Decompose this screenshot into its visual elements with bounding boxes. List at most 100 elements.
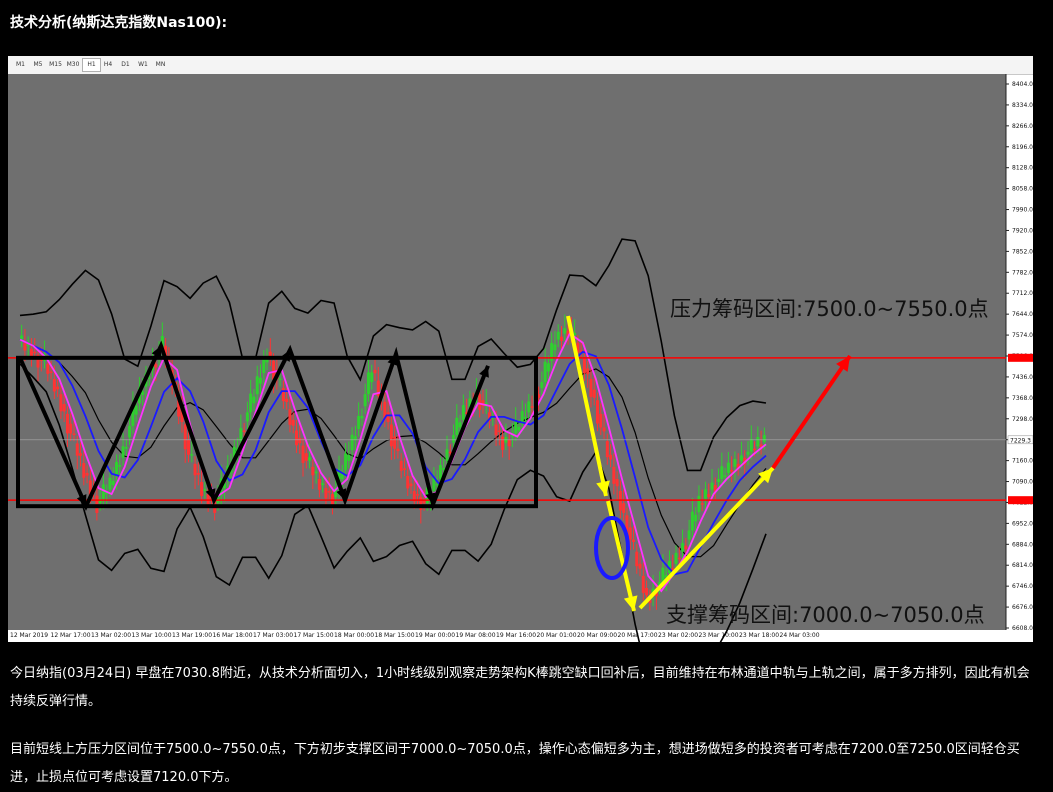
candle-down — [507, 439, 511, 447]
candle-down — [609, 454, 613, 460]
x-tick-label: 12 Mar 2019 — [10, 632, 48, 639]
candle-up — [314, 471, 318, 474]
y-tick-label: 7160.0 — [1012, 458, 1033, 465]
y-tick-label: 7712.0 — [1012, 290, 1033, 297]
candle-down — [730, 469, 734, 472]
candle-up — [556, 331, 560, 340]
x-tick-label: 16 Mar 18:00 — [213, 632, 253, 639]
candle-down — [59, 394, 63, 412]
candle-up — [98, 498, 102, 504]
candle-down — [294, 430, 298, 446]
candle-up — [524, 417, 528, 419]
candle-down — [494, 424, 498, 436]
y-tick-label: 6814.0 — [1012, 562, 1033, 569]
y-tick-label: 8058.0 — [1012, 186, 1033, 193]
candle-up — [360, 415, 364, 419]
candle-down — [409, 483, 413, 487]
candle-down — [242, 430, 246, 433]
candle-down — [389, 424, 393, 447]
y-tick-label: 6746.0 — [1012, 583, 1033, 590]
x-tick-label: 19 Mar 16:00 — [496, 632, 536, 639]
candle-down — [291, 419, 295, 426]
candle-down — [753, 448, 757, 451]
x-tick-label: 20 Mar 09:00 — [577, 632, 617, 639]
candle-up — [121, 446, 125, 458]
candle-down — [645, 588, 649, 596]
candle-down — [402, 468, 406, 470]
candle-down — [612, 466, 616, 484]
candle-down — [281, 388, 285, 402]
candle-up — [350, 434, 354, 451]
y-tick-label: 7298.0 — [1012, 416, 1033, 423]
y-tick-label: 7920.0 — [1012, 227, 1033, 234]
y-tick-label: 7574.0 — [1012, 332, 1033, 339]
candle-down — [46, 363, 50, 374]
candle-up — [739, 455, 743, 461]
candle-down — [641, 575, 645, 593]
candle-up — [674, 552, 678, 564]
candle-down — [501, 436, 505, 450]
candle-up — [546, 363, 550, 372]
y-tick-label: 7644.0 — [1012, 311, 1033, 318]
y-tick-label: 6884.0 — [1012, 541, 1033, 548]
candle-down — [196, 472, 200, 475]
candle-down — [311, 466, 315, 476]
candle-down — [416, 494, 420, 496]
x-tick-label: 18 Mar 00:00 — [334, 632, 374, 639]
y-tick-label: 6676.0 — [1012, 604, 1033, 611]
candle-up — [703, 489, 707, 499]
x-tick-label: 12 Mar 17:00 — [51, 632, 91, 639]
x-tick-label: 17 Mar 15:00 — [294, 632, 334, 639]
y-tick-label: 8266.0 — [1012, 123, 1033, 130]
candle-down — [52, 379, 56, 392]
candle-down — [700, 503, 704, 505]
price-chart: 8404.0 8334.0 8266.0 8196.0 8128.0 8058.0 7990… — [8, 74, 1033, 642]
candle-down — [595, 400, 599, 424]
candle-down — [707, 494, 711, 497]
candle-down — [602, 427, 606, 432]
candle-down — [589, 379, 593, 397]
candle-up — [115, 462, 119, 476]
candle-up — [134, 405, 138, 415]
candle-up — [108, 477, 112, 490]
candle-down — [406, 475, 410, 489]
candle-down — [393, 436, 397, 449]
candle-up — [308, 457, 312, 461]
candle-down — [206, 494, 210, 505]
candle-up — [452, 435, 456, 443]
analysis-paragraph-1: 今日纳指(03月24日) 早盘在7030.8附近，从技术分析面切入，1小时线级别… — [10, 666, 1030, 709]
candle-down — [49, 371, 53, 373]
y-tick-label: 7852.0 — [1012, 248, 1033, 255]
candle-down — [23, 342, 27, 351]
candle-up — [726, 462, 730, 473]
candle-down — [386, 412, 390, 423]
candle-up — [255, 376, 259, 395]
candle-down — [301, 445, 305, 463]
candle-up — [258, 377, 262, 384]
candle-up — [366, 372, 370, 395]
candle-down — [75, 443, 79, 456]
candle-down — [638, 563, 642, 569]
candle-down — [285, 398, 289, 403]
candle-up — [278, 378, 282, 380]
candle-up — [111, 480, 115, 486]
candle-up — [141, 391, 145, 395]
candle-up — [733, 458, 737, 467]
candle-up — [239, 428, 243, 442]
candle-up — [661, 567, 665, 582]
candle-up — [681, 543, 685, 552]
candle-up — [118, 465, 122, 467]
candle-down — [304, 453, 308, 461]
candle-up — [357, 415, 361, 429]
y-tick-label: 7990.0 — [1012, 207, 1033, 214]
current-price-label: 7229.3 — [1010, 437, 1031, 444]
y-tick-label: 8128.0 — [1012, 165, 1033, 172]
y-tick-label: 6608.0 — [1012, 625, 1033, 632]
candle-down — [85, 472, 89, 476]
support-annotation: 支撑筹码区间:7000.0~7050.0点 — [666, 603, 985, 627]
candle-down — [327, 491, 331, 493]
candle-down — [478, 394, 482, 410]
candle-up — [749, 438, 753, 452]
candle-down — [62, 404, 66, 412]
candle-down — [677, 557, 681, 560]
